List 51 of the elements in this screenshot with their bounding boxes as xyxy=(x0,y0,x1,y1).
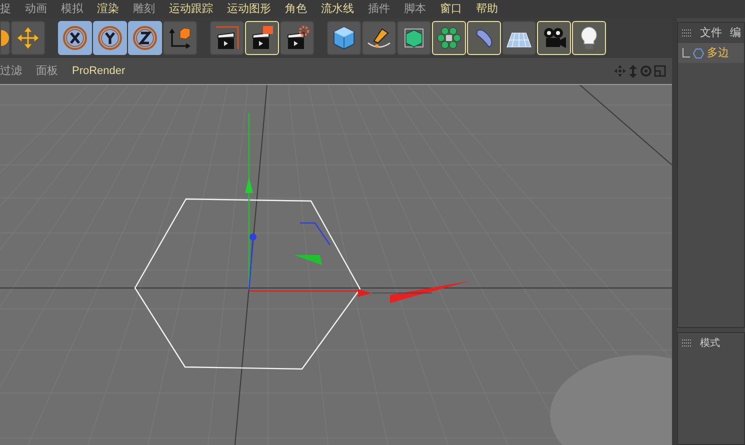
menu-item[interactable]: 动画 xyxy=(25,4,47,14)
axis-z-icon xyxy=(132,25,158,51)
object-row[interactable]: 多边 xyxy=(678,43,744,63)
axis-x-icon xyxy=(62,25,88,51)
menu-item[interactable]: 模拟 xyxy=(61,4,83,14)
y-axis-button[interactable] xyxy=(93,21,127,55)
deformer-button[interactable] xyxy=(467,21,501,55)
menu-item[interactable]: 渲染 xyxy=(97,4,119,14)
menu-item[interactable]: 插件 xyxy=(368,4,390,14)
panel-menu-item[interactable]: 编 xyxy=(730,24,741,42)
render-region-button[interactable] xyxy=(210,21,244,55)
grip-icon[interactable] xyxy=(682,28,692,38)
sphere-tool-button[interactable] xyxy=(0,21,10,55)
render-settings-button[interactable] xyxy=(280,21,314,55)
cloner-icon xyxy=(436,25,462,51)
menu-item[interactable]: 窗口 xyxy=(440,4,462,14)
menu-item[interactable]: 角色 xyxy=(285,4,307,14)
panel-menu-item[interactable]: 文件 xyxy=(700,24,722,42)
hexagon-icon xyxy=(693,48,704,58)
cube-icon xyxy=(331,25,357,51)
axis-y-icon xyxy=(97,25,123,51)
cube-button[interactable] xyxy=(327,21,361,55)
grip-icon[interactable] xyxy=(682,338,692,348)
panel-menu-item[interactable]: 模式 xyxy=(700,336,720,350)
viewport-menu-item[interactable]: ProRender xyxy=(72,62,126,80)
coordinate-system-button[interactable] xyxy=(163,21,197,55)
menu-item[interactable]: 帮助 xyxy=(476,4,498,14)
object-name: 多边 xyxy=(707,46,729,61)
render-view-button[interactable] xyxy=(245,21,279,55)
floor-button[interactable] xyxy=(502,21,536,55)
viewport-menu-item[interactable]: 过滤 xyxy=(0,62,22,80)
move-icon xyxy=(15,25,41,51)
clapperboard-icon xyxy=(214,25,240,51)
camera-icon xyxy=(541,25,567,51)
cloner-button[interactable] xyxy=(432,21,466,55)
light-button[interactable] xyxy=(572,21,606,55)
menu-item[interactable]: 运动跟踪 xyxy=(169,4,213,14)
x-axis-button[interactable] xyxy=(58,21,92,55)
menu-item[interactable]: 捉 xyxy=(0,4,11,14)
move-tool-button[interactable] xyxy=(11,21,45,55)
menu-item[interactable]: 脚本 xyxy=(404,4,426,14)
tree-line-icon xyxy=(682,48,690,58)
viewport-menu-item[interactable]: 面板 xyxy=(36,62,58,80)
subdivision-button[interactable] xyxy=(397,21,431,55)
menu-item[interactable]: 雕刻 xyxy=(133,4,155,14)
pen-button[interactable] xyxy=(362,21,396,55)
menu-item[interactable]: 流水线 xyxy=(321,4,354,14)
menu-item[interactable]: 运动图形 xyxy=(227,4,271,14)
coordinate-icon xyxy=(167,25,193,51)
z-axis-button[interactable] xyxy=(128,21,162,55)
camera-button[interactable] xyxy=(537,21,571,55)
